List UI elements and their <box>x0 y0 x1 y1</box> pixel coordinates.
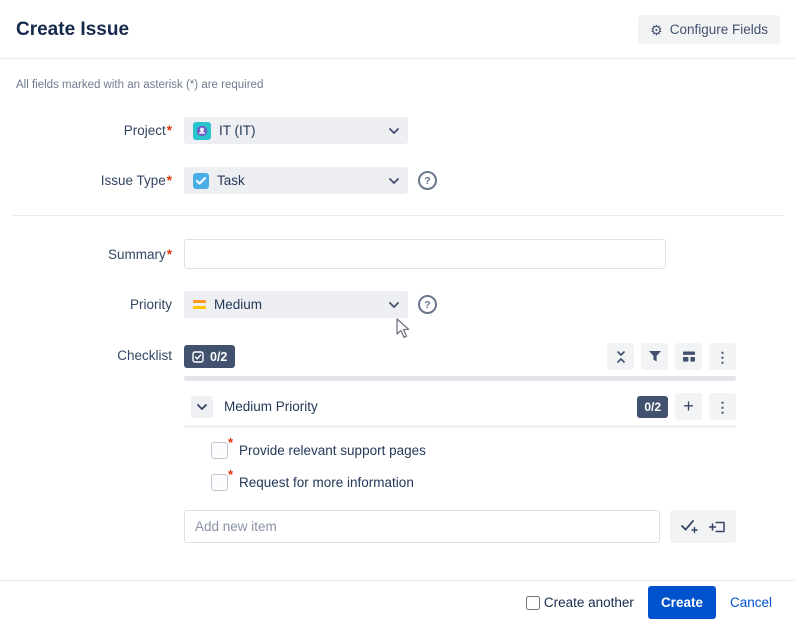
priority-field-row: Priority Medium ? <box>0 291 796 318</box>
create-another-option: Create another <box>526 595 634 610</box>
filter-icon <box>648 350 662 363</box>
collapse-all-button[interactable] <box>607 343 634 370</box>
issue-type-label-text: Issue Type <box>101 173 166 188</box>
dialog-header: Create Issue ⚙ Configure Fields <box>0 0 796 58</box>
create-button[interactable]: Create <box>648 586 716 619</box>
project-field-row: Project* IT (IT) <box>0 117 796 144</box>
checklist-header: 0/2 ⋮ <box>184 343 736 370</box>
create-another-label: Create another <box>544 595 634 610</box>
group-add-item-button[interactable]: + <box>675 393 702 420</box>
checkbox-icon <box>192 351 204 363</box>
add-item-input[interactable] <box>184 510 660 543</box>
issue-type-select-value: Task <box>217 173 381 188</box>
chevron-down-icon <box>389 128 399 134</box>
chevron-down-icon <box>197 404 207 410</box>
checklist-progress-badge: 0/2 <box>184 345 235 368</box>
add-item-actions <box>670 510 736 543</box>
chevron-down-icon <box>389 302 399 308</box>
project-avatar-icon <box>193 122 211 140</box>
checklist-items: * Provide relevant support pages * Reque… <box>211 437 736 495</box>
required-asterisk: * <box>228 467 233 482</box>
mouse-cursor <box>396 318 411 339</box>
required-fields-note: All fields marked with an asterisk (*) a… <box>0 59 796 91</box>
gear-icon: ⚙ <box>650 23 663 37</box>
kebab-menu-icon: ⋮ <box>716 400 730 414</box>
task-type-icon <box>193 173 209 189</box>
add-checked-item-button[interactable] <box>675 513 703 540</box>
summary-label-text: Summary <box>108 247 166 262</box>
required-asterisk: * <box>167 247 172 262</box>
page-title: Create Issue <box>16 19 129 41</box>
group-menu-button[interactable]: ⋮ <box>709 393 736 420</box>
item-label: Request for more information <box>239 475 414 490</box>
required-asterisk: * <box>228 435 233 450</box>
add-item-row <box>184 510 736 543</box>
summary-label: Summary* <box>0 247 184 262</box>
checklist-menu-button[interactable]: ⋮ <box>709 343 736 370</box>
help-icon[interactable]: ? <box>418 295 437 314</box>
checklist-item: * Provide relevant support pages <box>211 437 736 463</box>
group-title: Medium Priority <box>224 399 637 414</box>
checklist-group-row: Medium Priority 0/2 + ⋮ <box>184 393 736 420</box>
create-issue-dialog: Create Issue ⚙ Configure Fields All fiel… <box>0 0 796 624</box>
group-collapse-button[interactable] <box>191 396 213 418</box>
dialog-footer: Create another Create Cancel <box>0 580 796 624</box>
project-label-text: Project <box>124 123 166 138</box>
issue-type-field-row: Issue Type* Task ? <box>0 167 796 194</box>
group-actions: 0/2 + ⋮ <box>637 393 736 420</box>
checklist-progress-count: 0/2 <box>210 350 227 364</box>
configure-fields-button[interactable]: ⚙ Configure Fields <box>638 15 780 44</box>
layout-icon <box>682 350 696 363</box>
summary-field-row: Summary* <box>0 239 796 269</box>
group-progress-bar <box>184 425 736 428</box>
kebab-menu-icon: ⋮ <box>716 350 730 364</box>
group-progress-badge: 0/2 <box>637 396 668 418</box>
issue-type-label: Issue Type* <box>0 173 184 188</box>
checklist-item: * Request for more information <box>211 469 736 495</box>
issue-type-select[interactable]: Task <box>184 167 408 194</box>
checklist-progress-bar <box>184 376 736 381</box>
layout-button[interactable] <box>675 343 702 370</box>
priority-label: Priority <box>0 297 184 312</box>
item-checkbox[interactable]: * <box>211 442 228 459</box>
cancel-link[interactable]: Cancel <box>730 595 772 610</box>
checklist-toolbar: ⋮ <box>607 343 736 370</box>
project-label: Project* <box>0 123 184 138</box>
checklist-label: Checklist <box>0 343 184 363</box>
required-asterisk: * <box>167 173 172 188</box>
project-select[interactable]: IT (IT) <box>184 117 408 144</box>
item-checkbox[interactable]: * <box>211 474 228 491</box>
priority-label-text: Priority <box>130 297 172 312</box>
check-plus-icon <box>681 519 698 534</box>
checklist-label-text: Checklist <box>117 348 172 363</box>
configure-fields-label: Configure Fields <box>670 22 768 37</box>
collapse-icon <box>614 350 628 364</box>
project-select-value: IT (IT) <box>219 123 381 138</box>
filter-button[interactable] <box>641 343 668 370</box>
plus-icon: + <box>683 396 694 417</box>
chevron-down-icon <box>389 178 399 184</box>
priority-select[interactable]: Medium <box>184 291 408 318</box>
required-asterisk: * <box>167 123 172 138</box>
checklist-field-row: Checklist 0/2 <box>0 343 796 543</box>
add-multiple-items-button[interactable] <box>703 513 731 540</box>
help-icon[interactable]: ? <box>418 171 437 190</box>
priority-medium-icon <box>193 300 206 309</box>
item-label: Provide relevant support pages <box>239 443 426 458</box>
priority-select-value: Medium <box>214 297 381 312</box>
create-another-checkbox[interactable] <box>526 596 540 610</box>
checklist-panel: 0/2 ⋮ <box>184 343 736 543</box>
section-divider <box>12 215 784 216</box>
add-to-list-icon <box>709 520 726 534</box>
summary-input[interactable] <box>184 239 666 269</box>
